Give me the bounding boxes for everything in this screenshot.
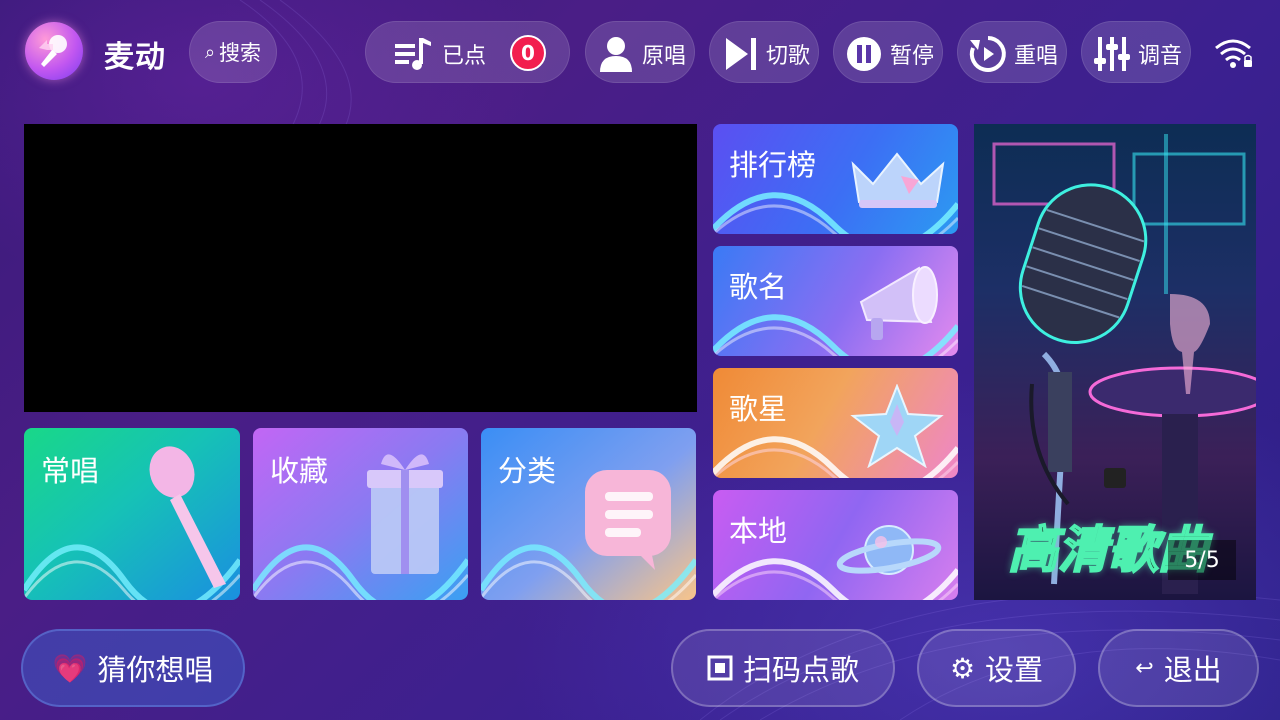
playlist-icon [395,38,431,70]
video-preview[interactable] [24,124,697,412]
tile-charts[interactable]: 排行榜 [713,124,958,234]
tile-song-name[interactable]: 歌名 [713,246,958,356]
queued-count-badge: 0 [510,35,546,71]
exit-button[interactable]: ↩ 退出 [1098,629,1259,707]
search-label: 搜索 [219,41,262,65]
tile-frequent-songs-label: 常唱 [41,454,100,488]
crown-icon [851,152,945,208]
return-icon: ↩ [1135,655,1154,681]
pause-icon [847,37,881,71]
heart-icon: 💗 [52,651,88,685]
category-icon [585,470,671,570]
replay-icon [969,36,1006,72]
app-logo[interactable] [25,22,83,80]
skip-song-button[interactable]: 切歌 [709,21,819,83]
pause-button[interactable]: 暂停 [833,21,943,83]
wifi-icon[interactable] [1214,38,1254,70]
microphone-icon [39,35,67,67]
scan-to-order-label: 扫码点歌 [742,653,859,687]
singer-icon [600,37,632,72]
tile-categories-label: 分类 [498,454,557,488]
tune-label: 调音 [1138,44,1183,69]
tile-categories[interactable]: 分类 [481,428,696,600]
skip-icon [726,38,756,70]
star-icon [850,384,944,468]
tile-song-name-label: 歌名 [729,270,788,304]
tile-frequent-songs[interactable]: 常唱 [24,428,240,600]
banner-page-counter: 5/5 [1168,540,1236,580]
scan-to-order-button[interactable]: 扫码点歌 [671,629,895,707]
tune-button[interactable]: 调音 [1081,21,1191,83]
search-button[interactable]: ⌕ 搜索 [189,21,277,83]
tile-favorites[interactable]: 收藏 [253,428,468,600]
pause-label: 暂停 [890,44,935,69]
equalizer-icon [1094,37,1130,71]
tile-local[interactable]: 本地 [713,490,958,600]
guess-you-like-button[interactable]: 💗 猜你想唱 [21,629,245,707]
skip-song-label: 切歌 [766,44,811,69]
original-vocal-label: 原唱 [642,44,687,69]
app-name: 麦动 [104,40,166,75]
replay-button[interactable]: 重唱 [957,21,1067,83]
tile-singers-label: 歌星 [729,392,788,426]
promo-banner[interactable]: 高清歌曲 5/5 [974,124,1256,600]
search-icon: ⌕ [204,41,216,63]
queued-label: 已点 [442,44,487,69]
replay-label: 重唱 [1014,44,1059,69]
tile-local-label: 本地 [729,514,788,548]
tile-singers[interactable]: 歌星 [713,368,958,478]
settings-label: 设置 [985,653,1044,687]
microphone-icon [149,446,226,588]
planet-icon [836,525,942,575]
megaphone-icon [859,266,938,340]
qr-code-icon [707,655,733,681]
guess-you-like-label: 猜你想唱 [97,653,214,687]
top-bar: 麦动 ⌕ 搜索 已点 0 原唱 切歌 暂停 重唱 调音 [0,0,1280,104]
gift-box-icon [367,454,443,574]
tile-favorites-label: 收藏 [270,454,329,488]
settings-button[interactable]: ⚙ 设置 [917,629,1076,707]
gear-icon: ⚙ [949,651,976,685]
exit-label: 退出 [1163,653,1222,687]
tile-charts-label: 排行榜 [729,148,817,182]
original-vocal-button[interactable]: 原唱 [585,21,695,83]
